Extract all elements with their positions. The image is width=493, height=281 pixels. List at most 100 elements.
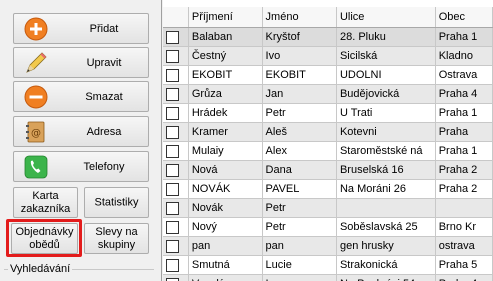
- cell-street[interactable]: UDOLNI: [336, 65, 436, 85]
- cell-street[interactable]: Sicilská: [336, 46, 436, 66]
- cell-city[interactable]: Praha: [435, 122, 493, 142]
- row-checkbox[interactable]: [166, 164, 179, 177]
- row-checkbox-cell[interactable]: [163, 65, 189, 85]
- row-checkbox[interactable]: [166, 50, 179, 63]
- phones-button[interactable]: Telefony: [13, 151, 149, 182]
- column-header-street[interactable]: Ulice: [336, 7, 436, 28]
- column-header-surname[interactable]: Příjmení: [188, 7, 263, 28]
- cell-city[interactable]: Praha 1: [435, 103, 493, 123]
- table-row[interactable]: Čestný Ivo Sicilská Kladno: [163, 46, 493, 66]
- cell-surname[interactable]: Čestný: [188, 46, 263, 66]
- cell-city[interactable]: Praha 1: [435, 141, 493, 161]
- row-checkbox[interactable]: [166, 183, 179, 196]
- cell-street[interactable]: Bruselská 16: [336, 160, 436, 180]
- cell-firstname[interactable]: Kryštof: [262, 27, 337, 47]
- row-checkbox-cell[interactable]: [163, 122, 189, 142]
- row-checkbox-cell[interactable]: [163, 103, 189, 123]
- cell-surname[interactable]: Mulaiy: [188, 141, 263, 161]
- cell-surname[interactable]: Kramer: [188, 122, 263, 142]
- cell-surname[interactable]: Hrádek: [188, 103, 263, 123]
- cell-city[interactable]: Praha 4: [435, 84, 493, 104]
- cell-street[interactable]: Na Pankráci 54: [336, 274, 436, 281]
- row-checkbox[interactable]: [166, 31, 179, 44]
- cell-city[interactable]: Brno Kr: [435, 217, 493, 237]
- table-row[interactable]: VeselýIvanNa Pankráci 54Praha 4: [163, 274, 493, 281]
- cell-surname[interactable]: Smutná: [188, 255, 263, 275]
- cell-city[interactable]: ostrava: [435, 236, 493, 256]
- row-checkbox-cell[interactable]: [163, 236, 189, 256]
- select-column-header[interactable]: [163, 7, 189, 28]
- cell-firstname[interactable]: Lucie: [262, 255, 337, 275]
- table-row[interactable]: Grůza Jan Budějovická Praha 4: [163, 84, 493, 104]
- row-checkbox[interactable]: [166, 107, 179, 120]
- delete-button[interactable]: Smazat: [13, 81, 149, 112]
- table-row[interactable]: Balaban Kryštof 28. Pluku Praha 1: [163, 27, 493, 47]
- lunch-orders-button[interactable]: Objednávky obědů: [11, 223, 78, 254]
- row-checkbox[interactable]: [166, 126, 179, 139]
- table-row[interactable]: Nová Dana Bruselská 16 Praha 2: [163, 160, 493, 180]
- cell-surname[interactable]: Nový: [188, 217, 263, 237]
- cell-firstname[interactable]: EKOBIT: [262, 65, 337, 85]
- cell-street[interactable]: Kotevni: [336, 122, 436, 142]
- row-checkbox[interactable]: [166, 259, 179, 272]
- table-row[interactable]: Smutná Lucie Strakonická Praha 5: [163, 255, 493, 275]
- cell-firstname[interactable]: Alex: [262, 141, 337, 161]
- row-checkbox-cell[interactable]: [163, 141, 189, 161]
- cell-firstname[interactable]: Petr: [262, 217, 337, 237]
- statistics-button[interactable]: Statistiky: [84, 187, 149, 218]
- add-button[interactable]: Přidat: [13, 13, 149, 44]
- cell-city[interactable]: Praha 5: [435, 255, 493, 275]
- cell-street[interactable]: Na Moráni 26: [336, 179, 436, 199]
- row-checkbox-cell[interactable]: [163, 217, 189, 237]
- cell-city[interactable]: Praha 2: [435, 179, 493, 199]
- cell-firstname[interactable]: Petr: [262, 198, 337, 218]
- cell-street[interactable]: Soběslavská 25: [336, 217, 436, 237]
- edit-button[interactable]: Upravit: [13, 47, 149, 78]
- table-row[interactable]: Novák Petr: [163, 198, 493, 218]
- cell-surname[interactable]: Balaban: [188, 27, 263, 47]
- row-checkbox-cell[interactable]: [163, 255, 189, 275]
- cell-firstname[interactable]: Jan: [262, 84, 337, 104]
- cell-surname[interactable]: pan: [188, 236, 263, 256]
- cell-firstname[interactable]: Aleš: [262, 122, 337, 142]
- row-checkbox-cell[interactable]: [163, 46, 189, 66]
- cell-city[interactable]: Praha 1: [435, 27, 493, 47]
- cell-firstname[interactable]: Ivo: [262, 46, 337, 66]
- cell-city[interactable]: Praha 2: [435, 160, 493, 180]
- table-row[interactable]: Nový Petr Soběslavská 25 Brno Kr: [163, 217, 493, 237]
- cell-surname[interactable]: Grůza: [188, 84, 263, 104]
- cell-street[interactable]: Staroměstské ná: [336, 141, 436, 161]
- cell-street[interactable]: U Trati: [336, 103, 436, 123]
- cell-surname[interactable]: Nová: [188, 160, 263, 180]
- row-checkbox-cell[interactable]: [163, 274, 189, 281]
- cell-city[interactable]: Ostrava: [435, 65, 493, 85]
- row-checkbox[interactable]: [166, 69, 179, 82]
- row-checkbox[interactable]: [166, 202, 179, 215]
- cell-surname[interactable]: NOVÁK: [188, 179, 263, 199]
- column-header-city[interactable]: Obec: [435, 7, 493, 28]
- cell-firstname[interactable]: pan: [262, 236, 337, 256]
- cell-surname[interactable]: Novák: [188, 198, 263, 218]
- cell-firstname[interactable]: Petr: [262, 103, 337, 123]
- cell-firstname[interactable]: Ivan: [262, 274, 337, 281]
- row-checkbox-cell[interactable]: [163, 179, 189, 199]
- cell-street[interactable]: Budějovická: [336, 84, 436, 104]
- row-checkbox[interactable]: [166, 240, 179, 253]
- table-row[interactable]: NOVÁK PAVEL Na Moráni 26 Praha 2: [163, 179, 493, 199]
- cell-firstname[interactable]: PAVEL: [262, 179, 337, 199]
- cell-surname[interactable]: Veselý: [188, 274, 263, 281]
- cell-city[interactable]: [435, 198, 493, 218]
- table-row[interactable]: EKOBIT EKOBIT UDOLNI Ostrava: [163, 65, 493, 85]
- row-checkbox[interactable]: [166, 88, 179, 101]
- cell-city[interactable]: Praha 4: [435, 274, 493, 281]
- table-row[interactable]: Kramer Aleš Kotevni Praha: [163, 122, 493, 142]
- cell-firstname[interactable]: Dana: [262, 160, 337, 180]
- column-header-firstname[interactable]: Jméno: [262, 7, 337, 28]
- row-checkbox-cell[interactable]: [163, 84, 189, 104]
- cell-street[interactable]: Strakonická: [336, 255, 436, 275]
- cell-street[interactable]: [336, 198, 436, 218]
- table-row[interactable]: pan pan gen hrusky ostrava: [163, 236, 493, 256]
- row-checkbox-cell[interactable]: [163, 160, 189, 180]
- table-row[interactable]: Mulaiy Alex Staroměstské ná Praha 1: [163, 141, 493, 161]
- cell-city[interactable]: Kladno: [435, 46, 493, 66]
